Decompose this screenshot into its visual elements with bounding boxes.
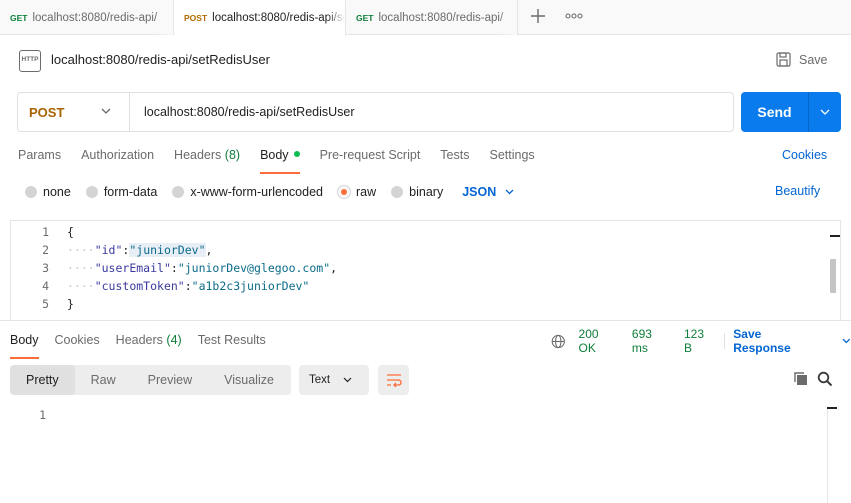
save-icon — [776, 52, 791, 67]
response-tab-body[interactable]: Body — [10, 333, 39, 359]
code-line: ····"id":"juniorDev", — [67, 243, 213, 257]
tab-settings[interactable]: Settings — [489, 148, 534, 172]
body-indicator-dot — [293, 151, 300, 157]
tab-pre-request-script[interactable]: Pre-request Script — [320, 148, 421, 172]
chevron-down-icon — [842, 338, 851, 344]
response-tab-headers[interactable]: Headers (4) — [116, 333, 182, 357]
code-line: } — [67, 297, 74, 311]
save-response-button[interactable]: Save Response — [733, 327, 851, 355]
response-size[interactable]: 123 B — [684, 327, 714, 355]
chevron-down-icon — [343, 377, 352, 383]
request-tab-1[interactable]: GET localhost:8080/redis-api/ — [0, 0, 174, 35]
format-select[interactable]: JSON — [462, 185, 514, 199]
editor-scrollbar[interactable] — [830, 235, 840, 317]
response-format-select[interactable]: Text — [299, 365, 369, 395]
more-icon[interactable] — [564, 10, 584, 22]
status-code[interactable]: 200 OK — [579, 327, 618, 355]
request-tabs: Params Authorization Headers (8) Body Pr… — [18, 148, 555, 174]
tab-method: GET — [10, 12, 28, 23]
copy-icon[interactable] — [793, 371, 809, 387]
radio-none[interactable]: none — [25, 185, 71, 199]
view-mode-selector: Pretty Raw Preview Visualize — [10, 365, 291, 395]
view-preview[interactable]: Preview — [132, 365, 208, 395]
headers-count: (8) — [224, 148, 241, 162]
send-button[interactable]: Send — [741, 92, 841, 132]
radio-binary[interactable]: binary — [391, 185, 443, 199]
request-title[interactable]: localhost:8080/redis-api/setRedisUser — [51, 52, 270, 67]
save-button[interactable]: Save — [776, 52, 828, 67]
url-input[interactable] — [130, 94, 720, 130]
search-icon[interactable] — [817, 371, 833, 387]
tab-label: localhost:8080/redis-api/ — [378, 11, 504, 24]
radio-raw[interactable]: raw — [338, 185, 376, 199]
request-body-editor[interactable]: 1 2 3 4 5 { ····"id":"juniorDev", ····"u… — [10, 220, 841, 320]
response-time[interactable]: 693 ms — [632, 327, 670, 355]
response-scrollbar[interactable] — [827, 407, 837, 503]
response-stats: 200 OK 693 ms 123 B Save Response — [551, 327, 851, 355]
beautify-button[interactable]: Beautify — [775, 184, 820, 198]
tab-authorization[interactable]: Authorization — [81, 148, 154, 172]
tab-method: GET — [356, 12, 374, 23]
chevron-down-icon — [101, 108, 111, 114]
tab-method: POST — [184, 13, 208, 23]
send-label: Send — [757, 104, 792, 120]
http-icon: HTTP — [19, 50, 41, 72]
tab-body[interactable]: Body — [260, 148, 300, 174]
radio-form-data[interactable]: form-data — [85, 185, 157, 199]
radio-urlencoded[interactable]: x-www-form-urlencoded — [172, 185, 323, 199]
view-pretty[interactable]: Pretty — [10, 365, 75, 395]
view-visualize[interactable]: Visualize — [208, 365, 290, 395]
save-label: Save — [799, 52, 828, 67]
view-raw[interactable]: Raw — [75, 365, 132, 395]
request-tab-2[interactable]: POST localhost:8080/redis-api/setRedisUs… — [174, 0, 346, 36]
plus-icon[interactable] — [527, 5, 549, 27]
http-icon-label: HTTP — [21, 56, 39, 63]
tab-label: localhost:8080/redis-api/setRedisUser — [212, 12, 345, 24]
response-tab-test-results[interactable]: Test Results — [198, 333, 266, 357]
response-tabs: Body Cookies Headers (4) Test Results — [10, 333, 282, 359]
cookies-link[interactable]: Cookies — [782, 148, 827, 162]
code-line: ····"customToken":"a1b2c3juniorDev" — [67, 279, 310, 293]
code-content: { ····"id":"juniorDev", ····"userEmail":… — [67, 223, 337, 313]
response-headers-count: (4) — [166, 333, 182, 347]
pane-divider[interactable] — [0, 320, 851, 321]
code-line: { — [67, 225, 74, 239]
chevron-down-icon — [505, 189, 514, 195]
line-numbers: 1 2 3 4 5 — [42, 225, 49, 311]
method-label: POST — [29, 104, 65, 120]
send-options-dropdown[interactable] — [809, 109, 841, 115]
request-tab-3[interactable]: GET localhost:8080/redis-api/ — [346, 0, 518, 35]
url-bar: POST — [17, 92, 734, 132]
tab-tests[interactable]: Tests — [440, 148, 469, 172]
tab-headers[interactable]: Headers (8) — [174, 148, 240, 172]
response-line-number: 1 — [39, 408, 46, 422]
wrap-icon — [386, 374, 402, 387]
chevron-down-icon — [820, 109, 830, 115]
body-type-options: none form-data x-www-form-urlencoded raw… — [25, 184, 514, 200]
response-tab-cookies[interactable]: Cookies — [55, 333, 100, 357]
tab-bar: GET localhost:8080/redis-api/ POST local… — [0, 0, 851, 36]
tab-params[interactable]: Params — [18, 148, 61, 172]
tab-label: localhost:8080/redis-api/ — [32, 11, 158, 24]
code-line: ····"userEmail":"juniorDev@glegoo.com", — [67, 261, 338, 275]
method-select[interactable]: POST — [18, 93, 130, 131]
wrap-lines-button[interactable] — [378, 365, 409, 395]
globe-icon[interactable] — [551, 334, 566, 349]
